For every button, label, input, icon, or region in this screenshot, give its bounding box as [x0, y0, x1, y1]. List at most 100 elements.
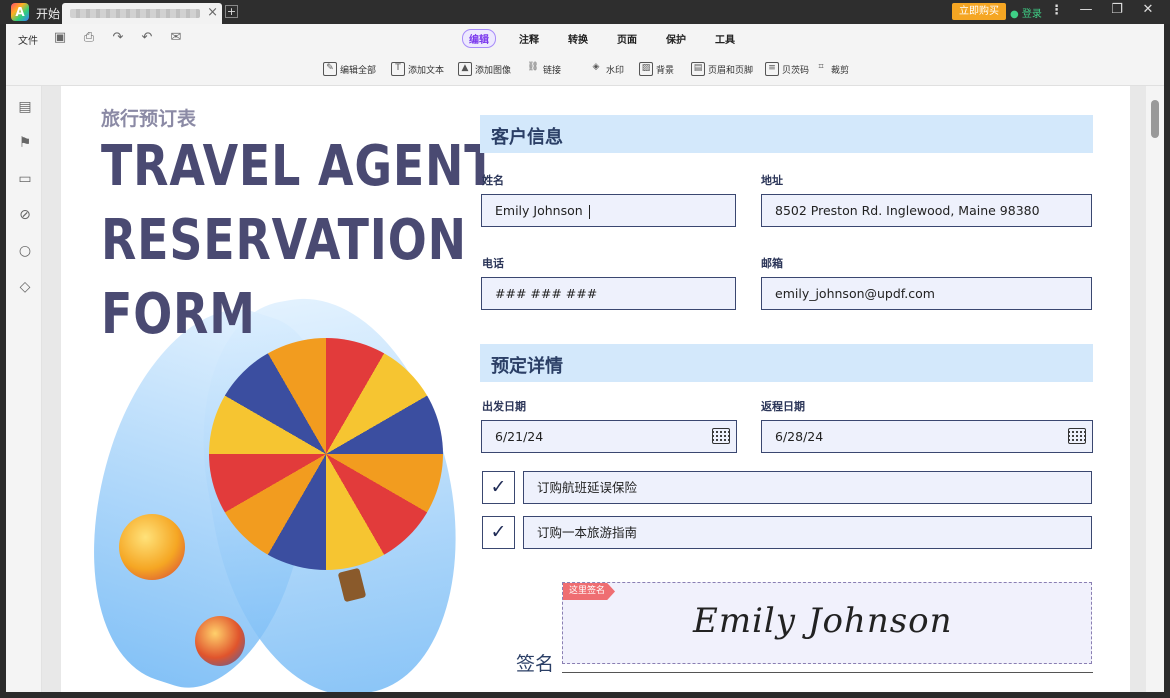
name-label: 姓名	[482, 174, 504, 187]
depart-date-field[interactable]: 6/21/24	[481, 420, 737, 453]
search-icon[interactable]: ○	[16, 242, 34, 260]
watermark-label: 水印	[606, 65, 625, 76]
buy-now-button[interactable]: 立即购买	[952, 3, 1006, 20]
mail-icon[interactable]: ✉	[168, 30, 184, 46]
crop-button[interactable]: ⌗ 裁剪	[814, 62, 849, 76]
attachment-icon[interactable]: ⊘	[16, 206, 34, 224]
sign-here-tag: 这里签名	[563, 583, 616, 600]
signature-line	[562, 672, 1093, 673]
print-icon[interactable]: ⎙	[81, 30, 97, 46]
crop-icon: ⌗	[818, 62, 824, 72]
bates-button[interactable]: ≡ 贝茨码	[765, 62, 809, 76]
link-label: 链接	[543, 65, 562, 76]
phone-field[interactable]: ### ### ###	[481, 277, 736, 310]
background-label: 背景	[656, 65, 675, 76]
return-date-field[interactable]: 6/28/24	[761, 420, 1093, 453]
add-image-button[interactable]: ▲ 添加图像	[458, 62, 511, 76]
signature-text: Emily Johnson	[693, 601, 953, 641]
insurance-option[interactable]: 订购航班延误保险	[523, 471, 1092, 504]
form-subtitle: 旅行预订表	[101, 108, 197, 130]
toolbar: 文件 ▣ ⎙ ↷ ↶ ✉ 编辑 注释 转换 页面 保护 工具 ✎ 编辑全部 T 添加…	[6, 24, 1164, 86]
name-field[interactable]: Emily Johnson	[481, 194, 736, 227]
insurance-checkbox[interactable]: ✓	[482, 471, 515, 504]
file-menu[interactable]: 文件	[18, 32, 38, 47]
title-line-3: FORM	[101, 282, 256, 347]
calendar-icon[interactable]	[712, 428, 730, 444]
text-cursor	[588, 204, 590, 219]
login-label: 登录	[1021, 9, 1042, 20]
crop-label: 裁剪	[831, 65, 850, 76]
depart-date-value: 6/21/24	[495, 429, 544, 444]
title-line-1: TRAVEL AGENT	[101, 134, 497, 199]
tab-convert[interactable]: 转换	[568, 31, 588, 46]
email-field[interactable]: emily_johnson@updf.com	[761, 277, 1092, 310]
bates-label: 贝茨码	[782, 65, 810, 76]
tab-comment[interactable]: 注释	[519, 31, 539, 46]
add-text-button[interactable]: T 添加文本	[391, 62, 444, 76]
signature-label: 签名	[516, 653, 555, 675]
calendar-icon[interactable]	[1068, 428, 1086, 444]
new-tab-button[interactable]: +	[225, 5, 238, 18]
tab-tools[interactable]: 工具	[715, 31, 735, 46]
hot-air-balloon-small	[119, 514, 185, 580]
image-icon: ▲	[458, 62, 472, 76]
link-icon: ⛓	[527, 62, 539, 72]
add-image-label: 添加图像	[475, 65, 512, 76]
pdf-page: 旅行预订表 TRAVEL AGENT RESERVATION FORM 客户信息…	[61, 86, 1130, 692]
watermark-icon: ◈	[592, 62, 600, 72]
booking-details-title: 预定详情	[491, 356, 563, 377]
signature-field[interactable]: 这里签名 Emily Johnson	[562, 582, 1092, 664]
watermark-button[interactable]: ◈ 水印	[589, 62, 624, 76]
return-date-value: 6/28/24	[775, 429, 824, 444]
guide-option[interactable]: 订购一本旅游指南	[523, 516, 1092, 549]
add-text-label: 添加文本	[408, 65, 445, 76]
bates-icon: ≡	[765, 62, 779, 76]
address-field[interactable]: 8502 Preston Rd. Inglewood, Maine 98380	[761, 194, 1092, 227]
customer-info-title: 客户信息	[491, 127, 563, 148]
save-icon[interactable]: ▣	[52, 30, 68, 46]
close-window-button[interactable]: ✕	[1136, 2, 1160, 17]
edit-icon: ✎	[323, 62, 337, 76]
edit-all-button[interactable]: ✎ 编辑全部	[323, 62, 376, 76]
layers-icon[interactable]: ◇	[16, 278, 34, 296]
maximize-button[interactable]: ❐	[1105, 2, 1129, 17]
bookmark-icon[interactable]: ⚑	[16, 134, 34, 152]
header-footer-label: 页眉和页脚	[708, 65, 754, 76]
phone-label: 电话	[482, 257, 504, 270]
background-icon: ▨	[639, 62, 653, 76]
edit-all-label: 编辑全部	[340, 65, 377, 76]
undo-icon[interactable]: ↶	[139, 30, 155, 46]
redo-icon[interactable]: ↷	[110, 30, 126, 46]
tab-protect[interactable]: 保护	[666, 31, 686, 46]
header-footer-button[interactable]: ▤ 页眉和页脚	[691, 62, 753, 76]
tab-edit[interactable]: 编辑	[462, 29, 496, 48]
thumbnails-icon[interactable]: ▤	[16, 98, 34, 116]
depart-date-label: 出发日期	[482, 400, 526, 413]
login-button[interactable]: ● 登录	[1010, 5, 1042, 20]
document-tab-title	[70, 9, 200, 18]
minimize-button[interactable]: —	[1074, 2, 1098, 17]
app-logo-icon[interactable]: A	[11, 3, 29, 21]
header-footer-icon: ▤	[691, 62, 705, 76]
user-icon: ●	[1010, 9, 1019, 20]
tab-home[interactable]: 开始	[36, 5, 60, 22]
link-button[interactable]: ⛓ 链接	[526, 62, 561, 76]
scrollbar-thumb[interactable]	[1151, 100, 1159, 138]
close-tab-icon[interactable]: ×	[207, 5, 218, 20]
hot-air-balloon-tiny	[195, 616, 245, 666]
background-button[interactable]: ▨ 背景	[639, 62, 674, 76]
email-label: 邮箱	[761, 257, 783, 270]
comment-icon[interactable]: ▭	[16, 170, 34, 188]
tab-document[interactable]: ×	[62, 3, 222, 24]
vertical-scrollbar[interactable]	[1146, 86, 1164, 692]
text-icon: T	[391, 62, 405, 76]
guide-checkbox[interactable]: ✓	[482, 516, 515, 549]
tab-page[interactable]: 页面	[617, 31, 637, 46]
booking-details-header: 预定详情	[480, 344, 1093, 382]
left-sidebar: ▤ ⚑ ▭ ⊘ ○ ◇	[6, 86, 42, 692]
customer-info-header: 客户信息	[480, 115, 1093, 153]
address-label: 地址	[761, 174, 783, 187]
title-bar: A 开始 × + 立即购买 ● 登录 ⋮ — ❐ ✕	[0, 0, 1170, 24]
title-line-2: RESERVATION	[101, 208, 467, 273]
more-menu-icon[interactable]: ⋮	[1050, 3, 1063, 18]
